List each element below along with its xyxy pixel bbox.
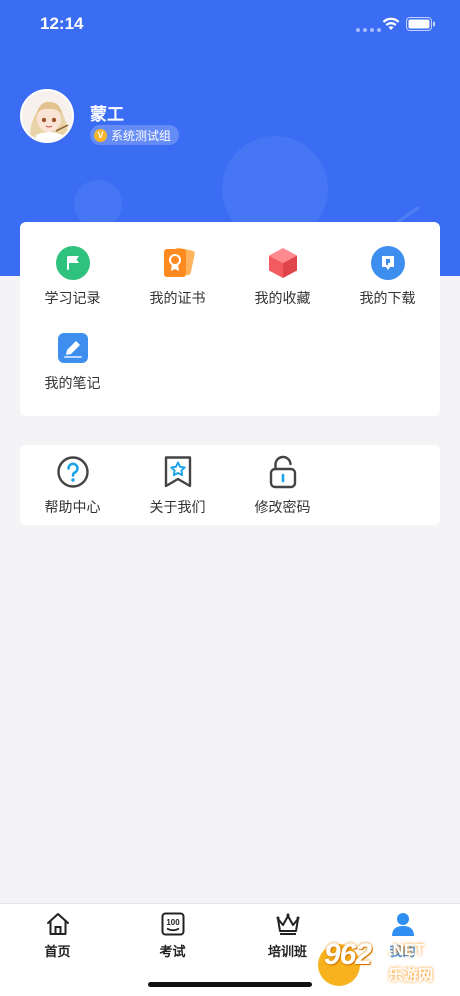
cube-icon: [268, 248, 297, 278]
shortcut-study-records[interactable]: 学习记录: [20, 246, 125, 308]
verified-v-icon: V: [94, 128, 107, 142]
shortcut-label: 我的下载: [359, 291, 416, 307]
service-change-password[interactable]: 修改密码: [230, 455, 335, 517]
question-icon: [56, 456, 89, 488]
person-icon: [391, 913, 414, 936]
watermark-brand: 962: [324, 938, 372, 971]
tab-exam[interactable]: 100 考试: [115, 904, 230, 964]
watermark-site-name: 乐游网: [388, 966, 434, 984]
shortcut-card: 学习记录 我的证书 我的收藏 我的下载 我的笔记: [20, 222, 440, 416]
decor-circle-small: [74, 180, 122, 228]
tab-label: 考试: [159, 945, 186, 960]
svg-text:100: 100: [166, 918, 180, 927]
user-group-label: 系统测试组: [111, 128, 172, 143]
shortcut-my-notes[interactable]: 我的笔记: [20, 331, 125, 393]
battery-icon: [406, 17, 435, 31]
home-icon: [46, 913, 69, 935]
user-group-badge: V 系统测试组: [90, 125, 180, 145]
shortcut-my-certificates[interactable]: 我的证书: [125, 246, 230, 308]
shortcut-label: 我的证书: [149, 291, 206, 307]
shortcut-label: 学习记录: [44, 291, 101, 307]
shortcut-label: 我的收藏: [254, 291, 311, 307]
exam-100-icon: 100: [161, 912, 184, 936]
shortcut-my-favorites[interactable]: 我的收藏: [230, 246, 335, 308]
pencil-icon: [57, 333, 88, 363]
service-label: 关于我们: [149, 500, 206, 516]
certificate-icon: [163, 247, 195, 277]
service-card: 帮助中心 关于我们 修改密码: [20, 445, 440, 525]
tab-label: 首页: [44, 945, 71, 960]
crown-icon: [276, 913, 299, 935]
tab-home[interactable]: 首页: [0, 904, 115, 964]
service-about-us[interactable]: 关于我们: [125, 455, 230, 517]
shortcut-label: 我的笔记: [44, 376, 101, 392]
unlock-icon: [269, 455, 296, 489]
shortcut-my-downloads[interactable]: 我的下载: [335, 246, 440, 308]
service-label: 帮助中心: [44, 500, 101, 516]
download-icon: [370, 246, 405, 280]
home-indicator[interactable]: [148, 982, 312, 987]
watermark-domain: .NET: [388, 942, 425, 959]
service-label: 修改密码: [254, 500, 311, 516]
cellular-signal-icon: [356, 28, 381, 32]
status-bar: 12:14: [0, 0, 460, 50]
service-help-center[interactable]: 帮助中心: [20, 455, 125, 517]
avatar[interactable]: [20, 89, 74, 143]
wifi-icon: [382, 17, 400, 30]
user-name: 蒙工: [90, 105, 124, 125]
status-time: 12:14: [40, 14, 84, 33]
site-watermark: 962 .NET 乐游网: [318, 938, 458, 990]
flag-icon: [55, 246, 90, 280]
bookmark-star-icon: [164, 456, 191, 488]
